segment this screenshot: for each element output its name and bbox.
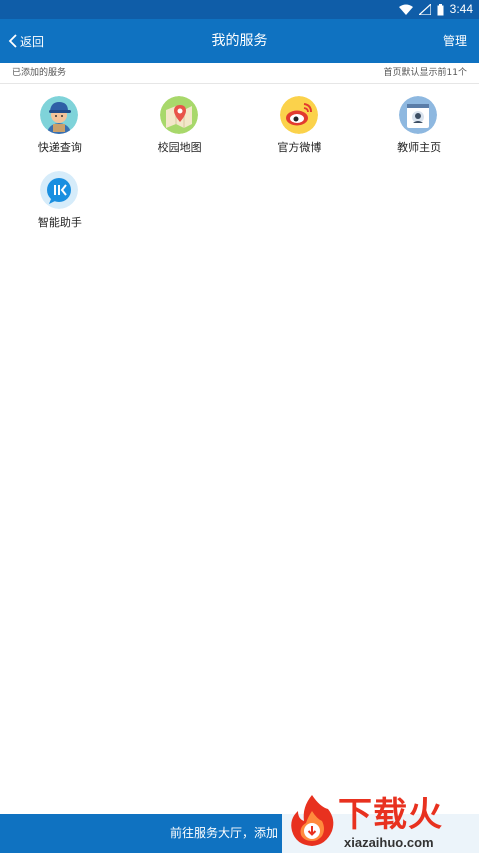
section-header: 已添加的服务 首页默认显示前11个	[0, 63, 479, 84]
service-item-courier[interactable]: 快递查询	[0, 84, 120, 159]
map-icon	[159, 96, 198, 134]
service-item-weibo[interactable]: 官方微博	[240, 84, 360, 159]
battery-icon	[437, 3, 444, 16]
homepage-display-note: 首页默认显示前11个	[383, 68, 467, 78]
weibo-icon	[279, 96, 318, 134]
service-grid: 快递查询 校园地图 官方微博 教师主页 智能助手	[0, 84, 479, 234]
status-icons: 3:44	[398, 2, 473, 17]
page-title: 我的服务	[211, 33, 268, 49]
service-item-teacher-home[interactable]: 教师主页	[359, 84, 479, 159]
nav-bar: 返回 我的服务 管理	[0, 19, 479, 63]
service-label: 校园地图	[157, 141, 202, 154]
courier-icon	[40, 96, 78, 134]
status-bar: 3:44	[0, 0, 479, 19]
wifi-icon	[398, 4, 413, 15]
manage-button[interactable]: 管理	[443, 19, 467, 63]
service-item-smart-assistant[interactable]: 智能助手	[0, 159, 120, 234]
assistant-icon	[40, 171, 78, 209]
teacher-profile-icon	[399, 96, 438, 134]
added-services-label: 已添加的服务	[12, 68, 67, 78]
service-item-campus-map[interactable]: 校园地图	[120, 84, 240, 159]
signal-icon	[417, 2, 432, 16]
service-label: 教师主页	[397, 141, 442, 154]
service-label: 快递查询	[37, 141, 82, 154]
service-hall-text: 前往服务大厅，添加	[170, 826, 279, 840]
status-time: 3:44	[449, 2, 473, 16]
service-label: 智能助手	[37, 216, 82, 229]
service-label: 官方微博	[277, 141, 322, 154]
service-hall-bar[interactable]: 前往服务大厅，添加	[0, 814, 479, 853]
